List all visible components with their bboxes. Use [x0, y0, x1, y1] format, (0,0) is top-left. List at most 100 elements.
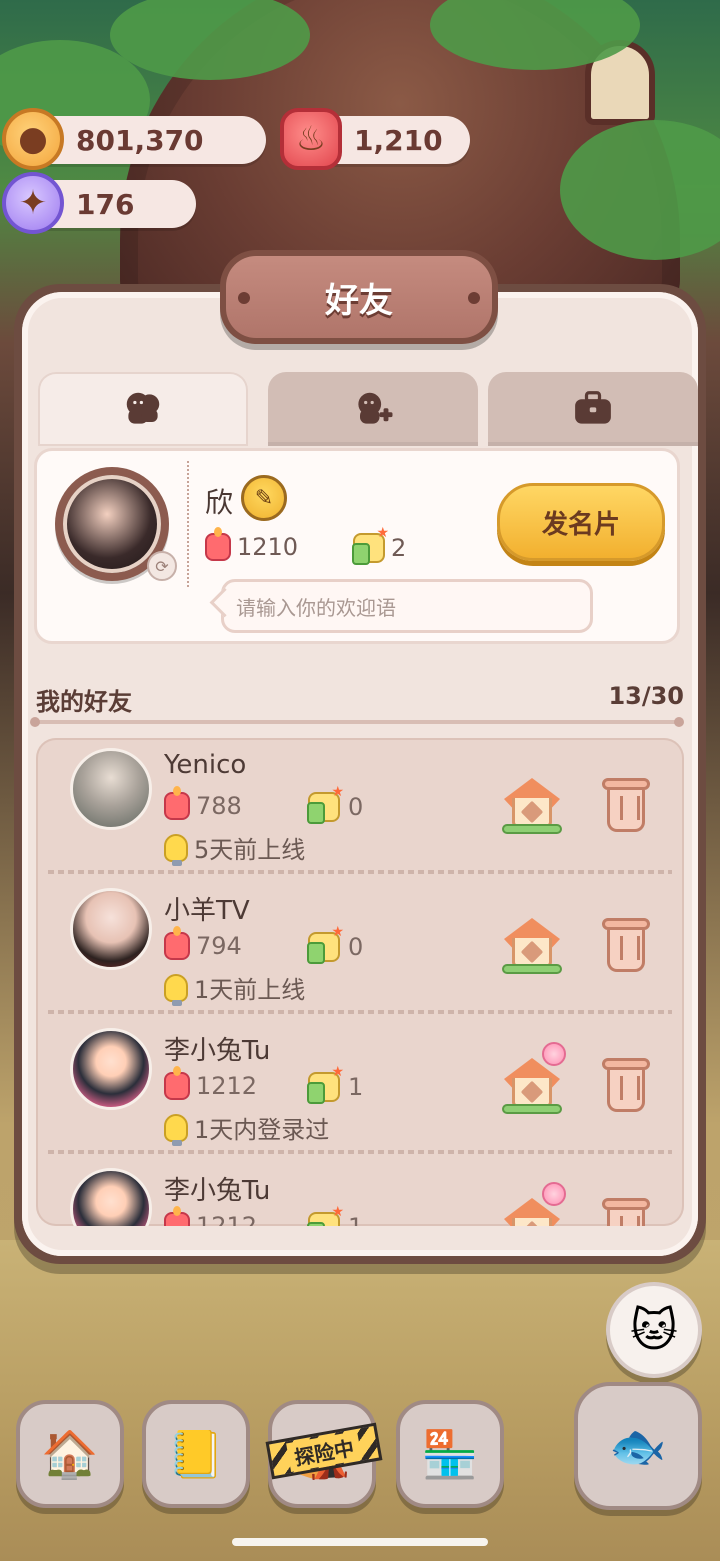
panel-title: 好友	[226, 256, 492, 338]
friend-avatar[interactable]	[70, 1168, 152, 1226]
greeting-input[interactable]: 请输入你的欢迎语	[221, 579, 593, 633]
friend-avatar[interactable]	[70, 888, 152, 970]
tab-backpack[interactable]	[488, 372, 698, 446]
backpack-button[interactable]: 🐟	[574, 1382, 702, 1510]
friends-icon	[126, 392, 160, 424]
lightbulb-icon	[164, 973, 188, 1006]
friend-candles: 1212	[164, 1066, 257, 1100]
coins-counter[interactable]: ● 801,370	[2, 108, 266, 170]
lightbulb-icon	[164, 833, 188, 866]
friend-candles-value: 794	[196, 932, 242, 960]
row-separator	[48, 1010, 672, 1014]
my-name: 欣	[205, 486, 234, 519]
notebook-icon: 📒	[167, 1426, 225, 1481]
home-indicator[interactable]	[232, 1538, 488, 1546]
delete-friend-button[interactable]	[602, 1198, 650, 1226]
gems-value: 176	[76, 187, 135, 221]
trash-icon	[602, 1198, 650, 1210]
cat-icon: 🐱	[630, 1303, 678, 1357]
friend-likes-value: 0	[348, 793, 364, 821]
gems-counter[interactable]: ✦ 176	[2, 172, 196, 234]
delete-friend-button[interactable]	[602, 778, 650, 832]
avatar-photo	[63, 475, 161, 573]
friend-likes-value: 1	[348, 1213, 363, 1226]
trash-bin	[607, 1070, 645, 1112]
my-friends-title: 我的好友	[36, 688, 132, 716]
like-icon	[307, 1064, 344, 1104]
friends-title-plaque: 好友	[220, 250, 498, 344]
my-profile-card: ⟳ 欣 ✎ 1210 2 请输入你的欢迎语 发名片	[34, 448, 680, 644]
like-icon	[352, 525, 389, 565]
friend-likes: 0	[307, 784, 364, 824]
candles-value: 1,210	[354, 123, 443, 157]
shop-icon: 🏪	[421, 1426, 479, 1481]
like-icon	[307, 784, 344, 824]
build-button[interactable]: 🏠	[16, 1400, 124, 1508]
visit-house-button[interactable]	[502, 1042, 566, 1114]
friends-list[interactable]: Yenico 788 0 5天前上线 小羊TV 794 0 1天前上线	[36, 738, 684, 1226]
list-divider	[30, 717, 684, 727]
lollipop-icon	[542, 1042, 566, 1066]
edit-name-button[interactable]: ✎	[241, 475, 287, 521]
friend-row[interactable]: 小羊TV 794 0 1天前上线	[36, 878, 684, 1016]
delete-friend-button[interactable]	[602, 918, 650, 972]
trash-bin	[607, 790, 645, 832]
like-icon	[307, 1204, 344, 1226]
friend-likes-value: 1	[348, 1073, 364, 1101]
tab-friends[interactable]	[38, 372, 248, 446]
friend-row[interactable]: Yenico 788 0 5天前上线	[36, 738, 684, 876]
plaque-rivet	[468, 292, 480, 304]
visit-house-button[interactable]	[502, 1182, 566, 1226]
friend-candles: 788	[164, 786, 242, 820]
mushroom-house-icon: 🏠	[41, 1426, 99, 1481]
candles-counter[interactable]: ♨ 1,210	[280, 108, 470, 170]
friend-avatar[interactable]	[70, 748, 152, 830]
friend-name: 李小兔Tu	[164, 1176, 271, 1206]
profile-divider	[187, 461, 191, 587]
candle-icon	[164, 926, 190, 960]
friend-candles-value: 1212	[196, 1212, 258, 1226]
send-card-button[interactable]: 发名片	[497, 483, 665, 561]
friend-likes: 0	[307, 924, 363, 964]
trash-icon	[602, 1058, 650, 1070]
gem-candy-icon: ✦	[2, 172, 64, 234]
like-icon	[307, 924, 344, 964]
chat-bubble-button[interactable]: 🐱	[606, 1282, 702, 1378]
candle-icon	[205, 527, 231, 561]
candle-icon	[164, 1066, 190, 1100]
trash-icon	[602, 918, 650, 930]
avatar-settings-icon[interactable]: ⟳	[147, 551, 177, 581]
my-likes-value: 2	[391, 534, 407, 562]
lightbulb-icon	[164, 1113, 188, 1146]
friend-last-online: 5天前上线	[164, 830, 306, 866]
my-avatar[interactable]: ⟳	[55, 467, 177, 581]
friend-last-online: 1天内登录过	[164, 1110, 329, 1146]
trash-bin	[607, 930, 645, 972]
explore-status-text: 探险中	[286, 1430, 362, 1472]
visit-house-button[interactable]	[502, 778, 562, 834]
add-friend-icon	[358, 392, 393, 424]
shop-button[interactable]: 🏪	[396, 1400, 504, 1508]
friend-last-online-text: 5天前上线	[194, 836, 306, 864]
friend-name: Yenico	[164, 750, 247, 780]
tab-add-friend[interactable]	[268, 372, 478, 446]
friend-name: 小羊TV	[164, 896, 250, 926]
visit-house-button[interactable]	[502, 918, 562, 974]
plaque-rivet	[238, 292, 250, 304]
my-candles: 1210	[205, 527, 298, 561]
friend-avatar[interactable]	[70, 1028, 152, 1110]
friend-candles: 1212	[164, 1206, 258, 1226]
grass-base	[502, 964, 562, 974]
friend-candles-value: 788	[196, 792, 242, 820]
briefcase-icon	[575, 391, 611, 424]
friends-panel-inner: ⟳ 欣 ✎ 1210 2 请输入你的欢迎语 发名片 我的好友 13/30	[22, 292, 698, 1256]
delete-friend-button[interactable]	[602, 1058, 650, 1112]
coins-value: 801,370	[76, 123, 204, 157]
friends-count: 13/30	[608, 682, 684, 710]
friend-likes: 1	[307, 1064, 364, 1104]
diary-button[interactable]: 📒	[142, 1400, 250, 1508]
row-separator	[48, 870, 672, 874]
friend-row[interactable]: 李小兔Tu 1212 1	[36, 1158, 684, 1226]
friend-row[interactable]: 李小兔Tu 1212 1 1天内登录过	[36, 1018, 684, 1156]
row-separator	[48, 1150, 672, 1154]
